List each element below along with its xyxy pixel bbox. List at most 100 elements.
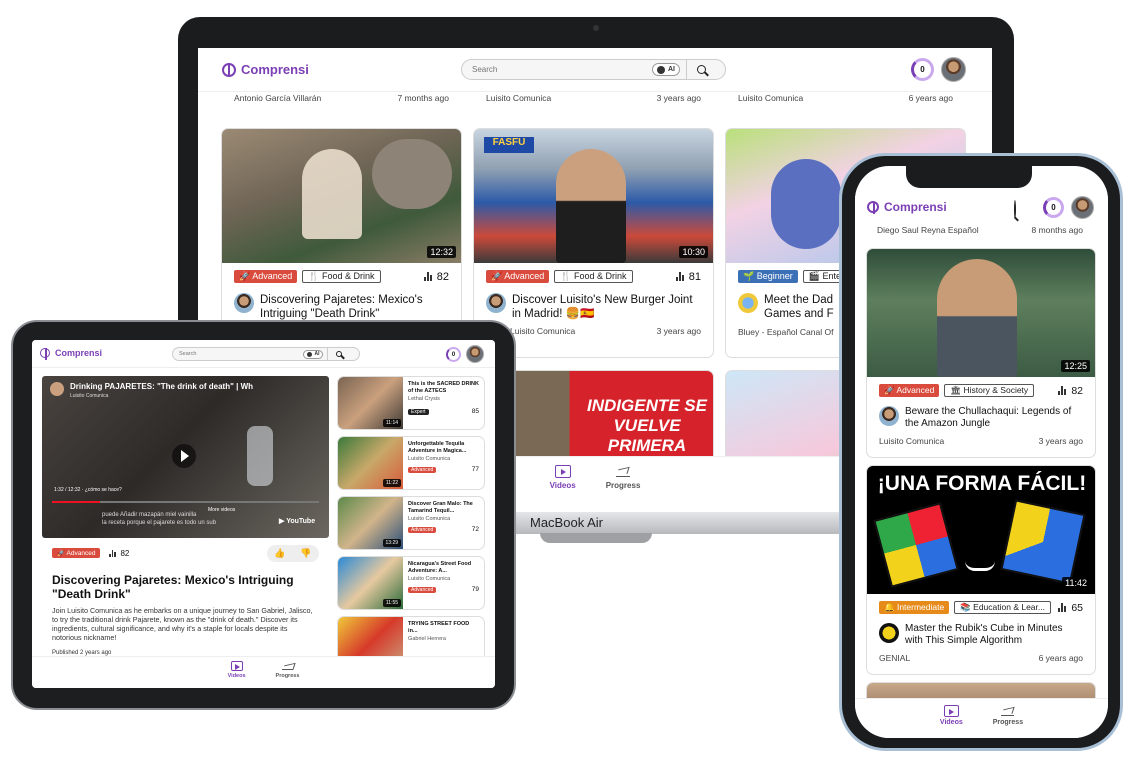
nav-videos[interactable]: Videos bbox=[550, 465, 576, 512]
ai-toggle-label: AI bbox=[314, 351, 320, 357]
brain-icon bbox=[867, 201, 879, 214]
player-title: Drinking PAJARETES: "The drink of death"… bbox=[70, 382, 254, 391]
nav-progress[interactable]: Progress bbox=[605, 465, 641, 512]
ai-toggle[interactable]: AI bbox=[303, 349, 323, 359]
nav-progress-label: Progress bbox=[992, 719, 1024, 726]
search-button[interactable] bbox=[327, 348, 349, 360]
video-card[interactable]: 12:25 🚀 Advanced 🏛 History & Society 82 … bbox=[866, 248, 1096, 458]
related-title: Nicaragua's Street Food Adventure: A... bbox=[408, 561, 472, 574]
thumbnail-cartoon-dog bbox=[771, 159, 841, 249]
related-title: Unforgettable Tequila Adventure in Magic… bbox=[408, 441, 467, 454]
nav-progress[interactable]: Progress bbox=[993, 705, 1023, 738]
level-label: Beginner bbox=[756, 271, 793, 281]
thumbs-down-icon[interactable]: 👎 bbox=[300, 548, 311, 559]
play-button[interactable] bbox=[172, 444, 196, 468]
view-count: 82 bbox=[436, 270, 449, 283]
progress-counter[interactable]: 0 bbox=[911, 58, 934, 81]
video-thumbnail[interactable]: 12:32 bbox=[222, 129, 461, 263]
progress-counter[interactable]: 0 bbox=[446, 347, 461, 362]
ai-toggle[interactable]: AI bbox=[652, 63, 680, 76]
video-title[interactable]: Beware the Chullachaqui: Legends of the … bbox=[905, 406, 1083, 430]
prev-row-meta-3: Luisito Comunica 6 years ago bbox=[738, 93, 953, 103]
video-card[interactable]: ¡UNA FORMA FÁCIL! 11:42 🔔 Intermediate 📚… bbox=[866, 465, 1096, 675]
user-avatar[interactable] bbox=[466, 345, 484, 363]
brand-logo[interactable]: Comprensi bbox=[222, 62, 309, 77]
channel-name: Luisito Comunica bbox=[879, 436, 945, 446]
video-age: 6 years ago bbox=[1038, 653, 1083, 663]
topic-badge: 📚 Education & Lear... bbox=[954, 601, 1051, 614]
duration-badge: 12:32 bbox=[427, 246, 456, 258]
video-title: Discovering Pajaretes: Mexico's Intrigui… bbox=[52, 573, 294, 601]
video-title[interactable]: Discovering Pajaretes: Mexico's Intrigui… bbox=[260, 293, 449, 321]
youtube-logo[interactable]: ▶ YouTube bbox=[279, 517, 315, 525]
card-meta: Luisito Comunica 3 years ago bbox=[867, 430, 1095, 446]
related-channel: Gabriel Herrera bbox=[408, 636, 446, 642]
related-channel: Luisito Comunica bbox=[408, 516, 451, 522]
search-button[interactable] bbox=[686, 60, 716, 79]
player-channel: Luisito Comunica bbox=[70, 393, 109, 399]
rubik-cube-solved-image bbox=[1000, 499, 1086, 585]
level-badge: 🚀 Advanced bbox=[52, 548, 101, 558]
brand-name: Comprensi bbox=[55, 348, 103, 358]
view-stat: 82 bbox=[423, 270, 449, 283]
level-badge: 🚀 Advanced bbox=[486, 270, 550, 283]
related-video[interactable]: 11:22 Unforgettable Tequila Adventure in… bbox=[337, 436, 485, 490]
prev-row-meta-2: Luisito Comunica 3 years ago bbox=[486, 93, 701, 103]
nav-videos[interactable]: Videos bbox=[228, 661, 246, 688]
duration-badge: 12:25 bbox=[1061, 360, 1090, 372]
play-icon bbox=[181, 450, 189, 462]
video-player[interactable]: Drinking PAJARETES: "The drink of death"… bbox=[42, 376, 329, 538]
related-video[interactable]: 11:55 Nicaragua's Street Food Adventure:… bbox=[337, 556, 485, 610]
toggle-knob bbox=[306, 351, 312, 357]
channel-avatar bbox=[50, 382, 64, 396]
search-input[interactable] bbox=[173, 351, 303, 357]
title-row: Beware the Chullachaqui: Legends of the … bbox=[867, 397, 1095, 430]
channel-avatar bbox=[738, 293, 758, 313]
nav-videos-label: Videos bbox=[549, 481, 576, 490]
progress-counter[interactable]: 0 bbox=[1043, 197, 1064, 218]
level-badge: Advanced bbox=[408, 586, 437, 593]
more-videos-label[interactable]: More videos bbox=[208, 507, 235, 513]
prev-row-meta-1: Antonio García Villarán 7 months ago bbox=[234, 93, 449, 103]
tablet-screen: Comprensi AI 0 Drinking PAJARETES: "The … bbox=[32, 340, 495, 688]
view-count: 79 bbox=[471, 585, 479, 593]
thumbnail-text: ¡UNA FORMA FÁCIL! bbox=[877, 472, 1087, 495]
bar-chart-icon bbox=[109, 549, 116, 557]
brand-name: Comprensi bbox=[884, 200, 947, 214]
card-meta: GENIAL 6 years ago bbox=[867, 647, 1095, 663]
topic-badge: 🍴 Food & Drink bbox=[554, 270, 633, 283]
video-title[interactable]: Master the Rubik's Cube in Minutes with … bbox=[905, 623, 1083, 647]
video-thumbnail[interactable]: ¡UNA FORMA FÁCIL! 11:42 bbox=[867, 466, 1095, 594]
search-input[interactable] bbox=[462, 65, 652, 74]
bar-chart-icon bbox=[675, 272, 685, 281]
user-avatar[interactable] bbox=[1071, 196, 1094, 219]
view-count: 85 bbox=[471, 407, 479, 415]
nav-progress[interactable]: Progress bbox=[276, 661, 299, 688]
nav-progress-label: Progress bbox=[605, 481, 641, 490]
thumbnail-person bbox=[302, 149, 362, 239]
related-video[interactable]: 11:14 This is the SACRED DRINK of the AZ… bbox=[337, 376, 485, 430]
brand-logo[interactable]: Comprensi bbox=[867, 200, 947, 214]
brand-logo[interactable]: Comprensi bbox=[40, 348, 103, 360]
level-label: Advanced bbox=[504, 271, 545, 281]
seek-bar[interactable] bbox=[52, 501, 319, 503]
bar-chart-icon bbox=[1058, 603, 1067, 612]
topic-label: Food & Drink bbox=[321, 271, 375, 281]
duration-badge: 10:30 bbox=[679, 246, 708, 258]
user-avatar[interactable] bbox=[941, 57, 966, 82]
level-label: Advanced bbox=[896, 385, 935, 395]
video-thumbnail[interactable]: FASFU 10:30 bbox=[474, 129, 713, 263]
brain-icon bbox=[40, 348, 50, 360]
video-title[interactable]: Discover Luisito's New Burger Joint in M… bbox=[512, 293, 701, 321]
video-card[interactable]: FASFU 10:30 🚀 Advanced 🍴 Food & Drink 81… bbox=[473, 128, 714, 358]
related-info: Nicaragua's Street Food Adventure: A... … bbox=[403, 557, 484, 609]
related-video[interactable]: 13:29 Discover Gran Malo: The Tamarind T… bbox=[337, 496, 485, 550]
search-icon[interactable] bbox=[1014, 200, 1016, 219]
video-age: 3 years ago bbox=[1038, 436, 1083, 446]
search-icon bbox=[697, 65, 706, 74]
thumbs-up-icon[interactable]: 👍 bbox=[274, 548, 285, 559]
nav-videos[interactable]: Videos bbox=[940, 705, 963, 738]
bar-chart-icon bbox=[1058, 386, 1067, 395]
seek-progress bbox=[52, 501, 101, 503]
video-thumbnail[interactable]: 12:25 bbox=[867, 249, 1095, 377]
